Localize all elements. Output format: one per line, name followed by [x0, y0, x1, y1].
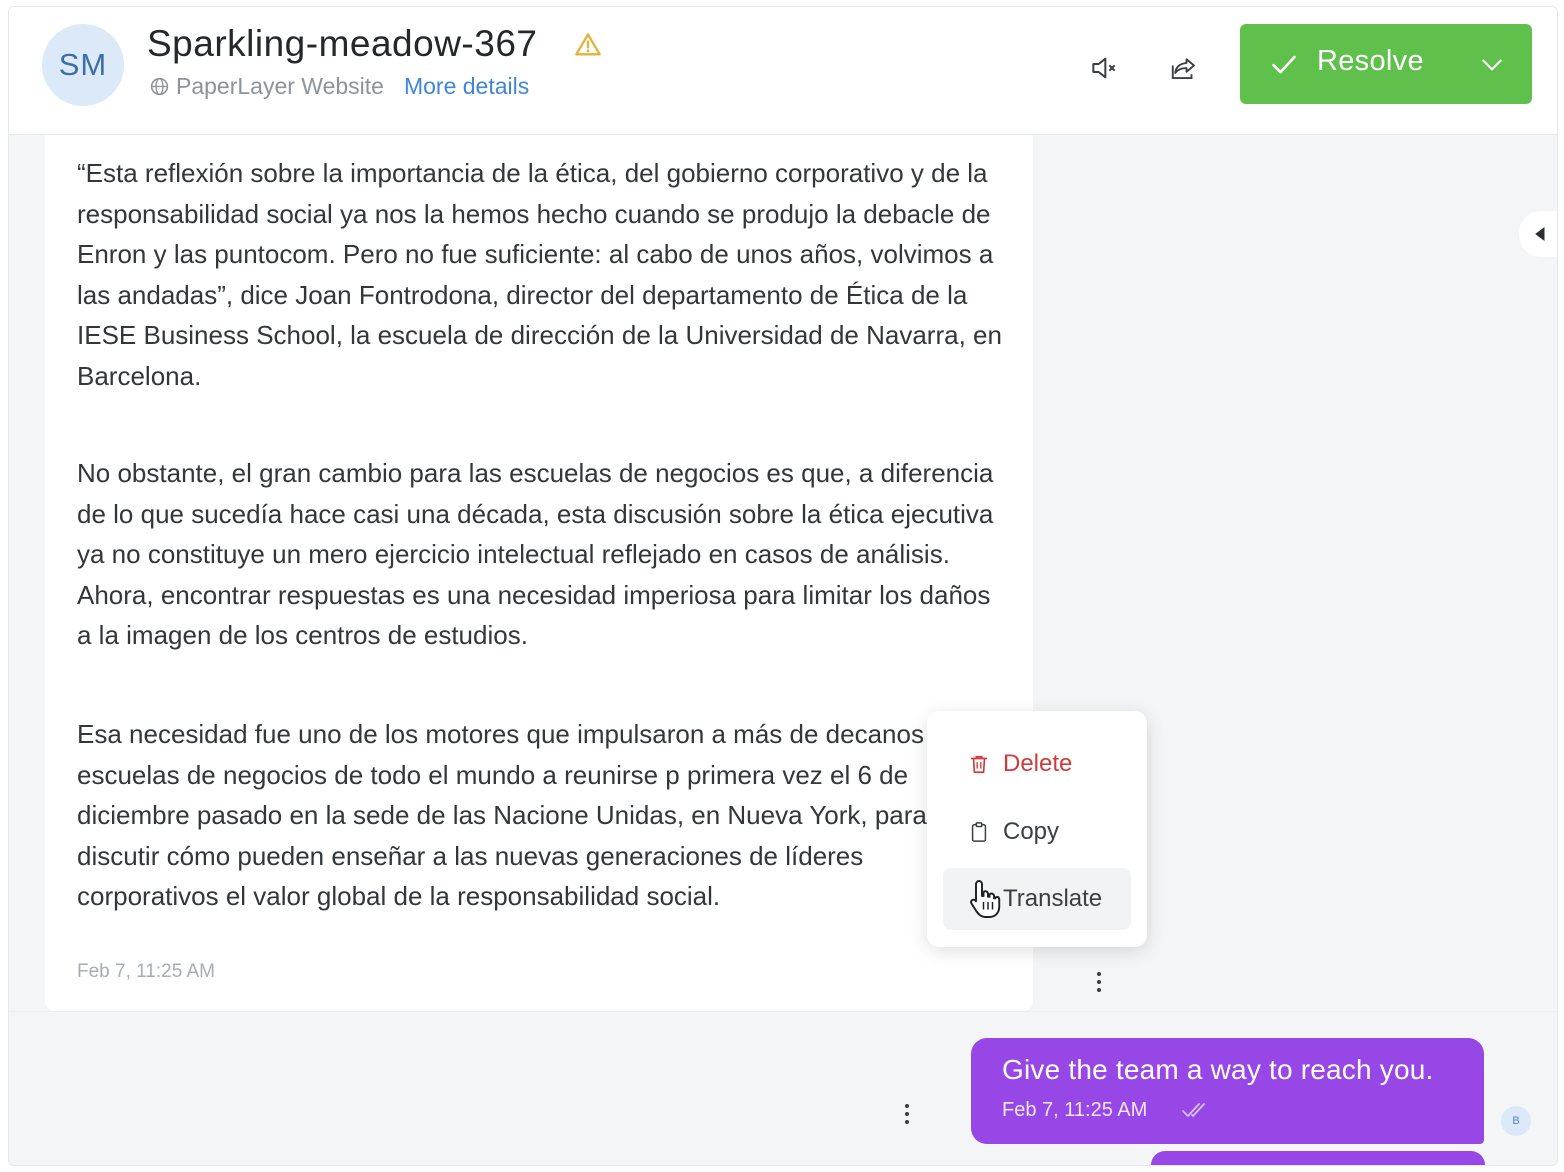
more-details-link[interactable]: More details — [404, 73, 529, 100]
conversation-source: PaperLayer Website More details — [149, 73, 529, 100]
dot — [1097, 972, 1101, 976]
message-options-button[interactable] — [897, 1099, 917, 1129]
chevron-down-icon[interactable] — [1479, 52, 1505, 78]
resolve-button[interactable]: Resolve — [1240, 24, 1532, 104]
message-context-menu: Delete Copy Translate — [927, 711, 1147, 947]
delete-label: Delete — [1003, 750, 1073, 777]
share-icon — [1171, 58, 1195, 79]
message-paragraph: “Esta reflexión sobre la importancia de … — [77, 158, 1002, 391]
mute-button[interactable] — [1081, 45, 1127, 91]
conversation-header: SM Sparkling-meadow-367 PaperLayer Websi… — [9, 7, 1557, 135]
delete-menu-item[interactable]: Delete — [943, 733, 1131, 795]
source-label: PaperLayer Website — [176, 73, 384, 99]
message-options-button[interactable] — [1089, 967, 1109, 997]
mute-icon — [1092, 57, 1116, 79]
hand-cursor-icon — [970, 880, 1001, 918]
message-paragraph: Esa necesidad fue uno de los motores que… — [77, 719, 961, 912]
double-check-icon — [1182, 1103, 1205, 1117]
message-paragraph: No obstante, el gran cambio para las esc… — [77, 458, 994, 651]
caret-left-icon — [1535, 227, 1545, 241]
divider — [9, 1011, 1557, 1012]
incoming-message: “Esta reflexión sobre la importancia de … — [45, 135, 1033, 1011]
copy-menu-item[interactable]: Copy — [943, 801, 1131, 863]
outgoing-message-timestamp: Feb 7, 11:25 AM — [1002, 1099, 1148, 1121]
clipboard-icon — [965, 818, 993, 846]
dot — [905, 1104, 909, 1108]
copy-label: Copy — [1003, 818, 1060, 845]
dot — [905, 1112, 909, 1116]
share-button[interactable] — [1161, 45, 1207, 91]
outgoing-message-text: Give the team a way to reach you. — [1002, 1054, 1434, 1085]
resolve-label: Resolve — [1317, 45, 1424, 77]
trash-icon — [965, 750, 993, 778]
dot — [905, 1120, 909, 1124]
globe-icon — [150, 77, 169, 96]
dot — [1097, 988, 1101, 992]
outgoing-message-partial — [1151, 1151, 1485, 1165]
outgoing-message: Give the team a way to reach you. Feb 7,… — [971, 1038, 1484, 1144]
dot — [1097, 980, 1101, 984]
message-timestamp: Feb 7, 11:25 AM — [77, 961, 216, 982]
conversation-window: SM Sparkling-meadow-367 PaperLayer Websi… — [8, 6, 1558, 1166]
translate-label: Translate — [1003, 885, 1103, 912]
sidebar-toggle-button[interactable] — [1519, 211, 1557, 257]
avatar: SM — [42, 24, 124, 106]
check-icon — [1272, 55, 1296, 74]
page-title: Sparkling-meadow-367 — [147, 23, 538, 64]
user-avatar: B — [1501, 1106, 1531, 1136]
warning-icon — [575, 33, 601, 56]
